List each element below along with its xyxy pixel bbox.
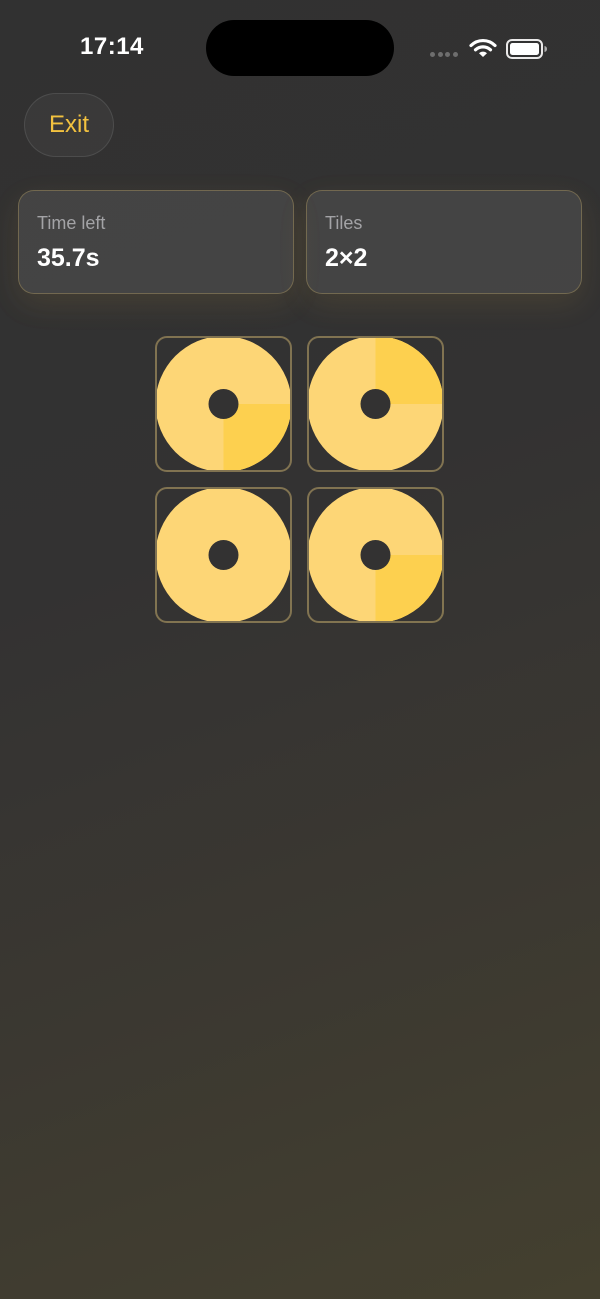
status-time: 17:14: [80, 33, 144, 60]
donut-hole: [360, 389, 391, 419]
donut-hole: [208, 540, 239, 570]
tile-top-right[interactable]: [307, 336, 444, 472]
donut-shape: [157, 489, 290, 621]
cellular-signal-icon: [430, 52, 460, 58]
tile-top-left[interactable]: [155, 336, 292, 472]
tile-bottom-right[interactable]: [307, 487, 444, 623]
donut-hole: [208, 389, 239, 419]
tile-bottom-left[interactable]: [155, 487, 292, 623]
time-left-value: 35.7s: [37, 244, 100, 272]
donut-shape: [309, 489, 442, 621]
time-left-label: Time left: [37, 213, 106, 233]
battery-icon: [506, 39, 547, 59]
status-bar: 17:14: [0, 0, 600, 96]
donut-hole: [360, 540, 391, 570]
tiles-card: Tiles 2×2: [306, 190, 582, 294]
exit-button[interactable]: Exit: [24, 93, 114, 157]
tiles-label: Tiles: [325, 213, 363, 233]
donut-shape: [157, 338, 290, 470]
time-left-card: Time left 35.7s: [18, 190, 294, 294]
donut-shape: [309, 338, 442, 470]
dynamic-island: [206, 20, 394, 76]
tiles-value: 2×2: [325, 244, 368, 272]
wifi-icon: [469, 38, 497, 57]
